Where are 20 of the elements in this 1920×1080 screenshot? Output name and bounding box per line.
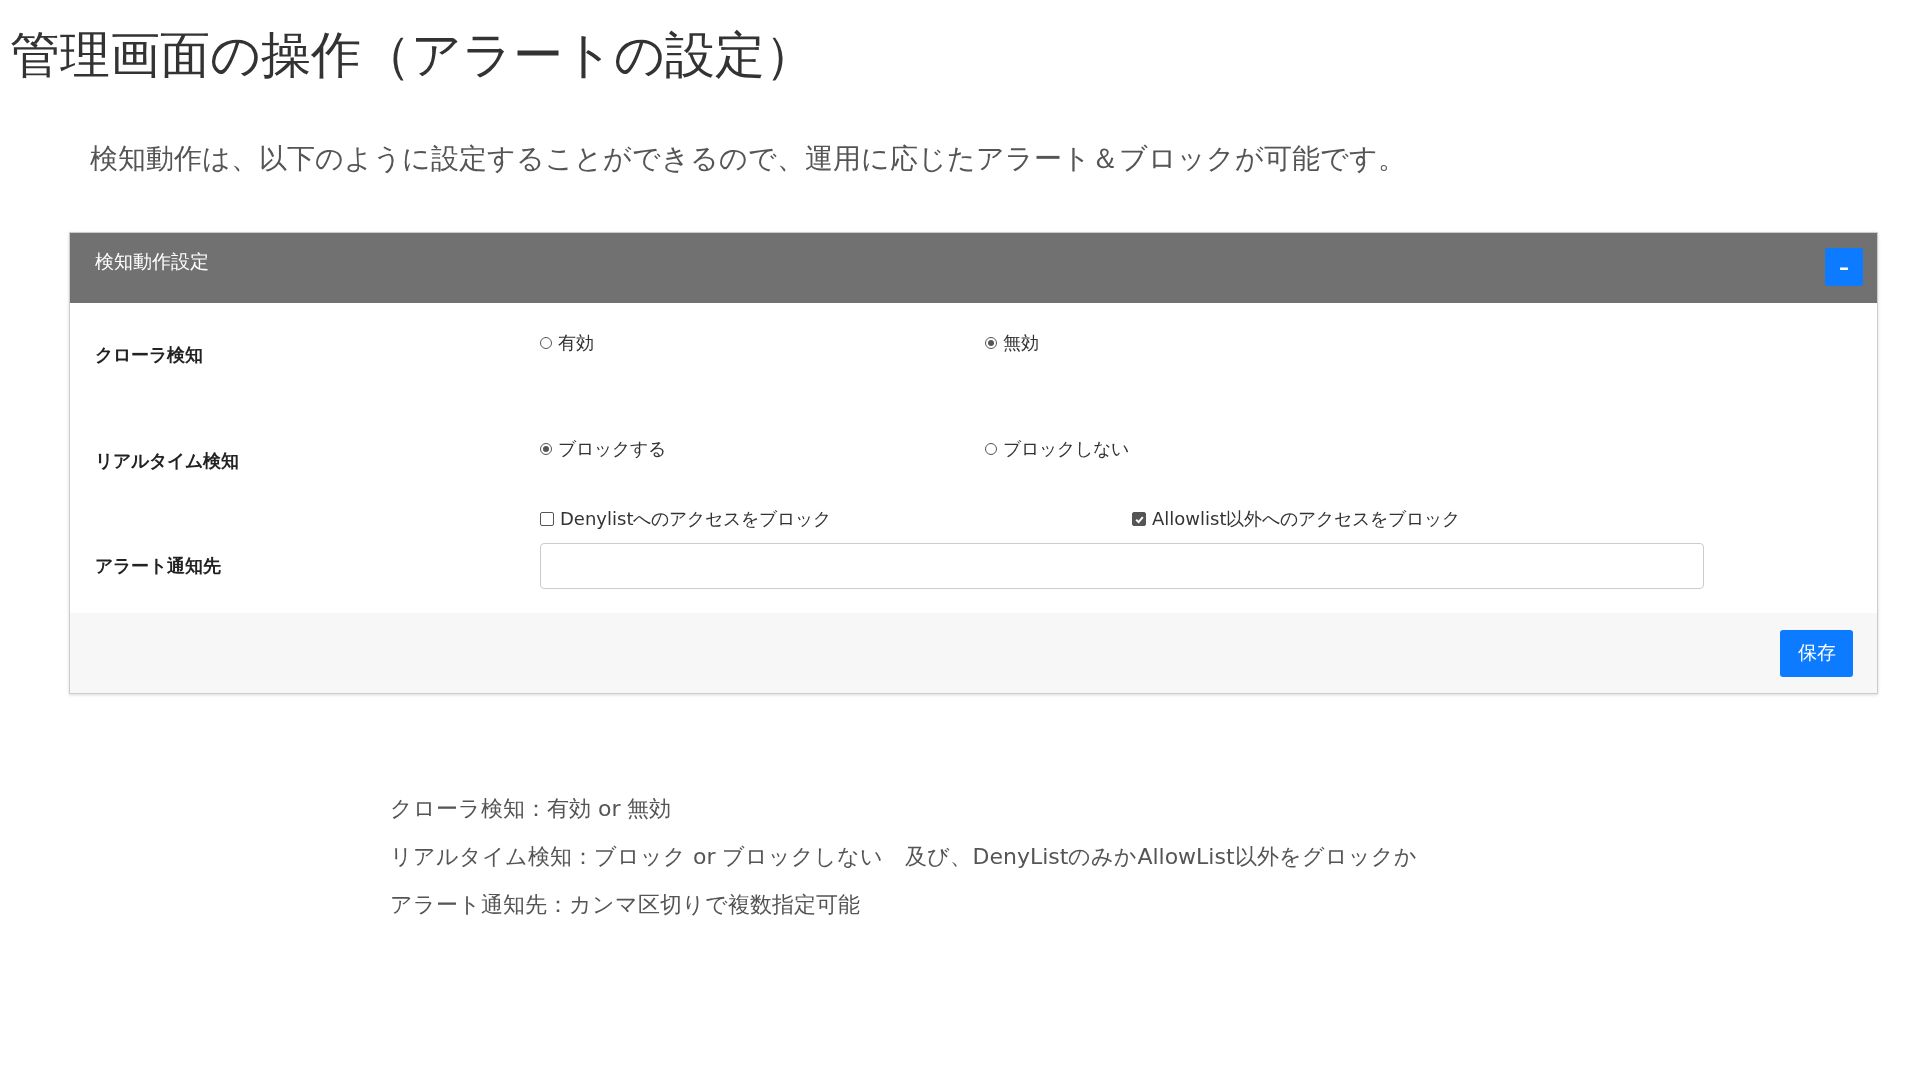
note-text: リアルタイム検知：ブロック or ブロックしない 及び、DenyListのみかAllowList以外をグロックか	[390, 843, 1417, 871]
note-text: アラート通知先：カンマ区切りで複数指定可能	[390, 891, 860, 919]
checkbox-option[interactable]: Allowlist以外へのアクセスをブロック	[1132, 507, 1461, 531]
checkbox[interactable]	[1132, 512, 1146, 526]
setting-label: アラート通知先	[95, 554, 222, 578]
radio-option[interactable]: 有効	[540, 331, 985, 355]
alert-destination-field[interactable]	[540, 543, 1704, 589]
page-title: 管理画面の操作（アラートの設定）	[10, 25, 815, 86]
save-button[interactable]: 保存	[1780, 629, 1853, 677]
setting-label: リアルタイム検知	[95, 449, 240, 473]
checkbox[interactable]	[540, 512, 554, 526]
collapse-button[interactable]: –	[1825, 248, 1863, 286]
radio-option[interactable]: ブロックする	[540, 437, 985, 461]
lead-text: 検知動作は、以下のように設定することができるので、運用に応じたアラート＆ブロックが可能です。	[90, 141, 1406, 177]
panel-title: 検知動作設定	[95, 249, 209, 274]
radio-option[interactable]: 無効	[985, 331, 1039, 355]
checkbox-option[interactable]: Denylistへのアクセスをブロック	[540, 507, 1132, 531]
radio-option[interactable]: ブロックしない	[985, 437, 1129, 461]
setting-label: クローラ検知	[95, 343, 204, 367]
note-text: クローラ検知：有効 or 無効	[390, 795, 672, 823]
